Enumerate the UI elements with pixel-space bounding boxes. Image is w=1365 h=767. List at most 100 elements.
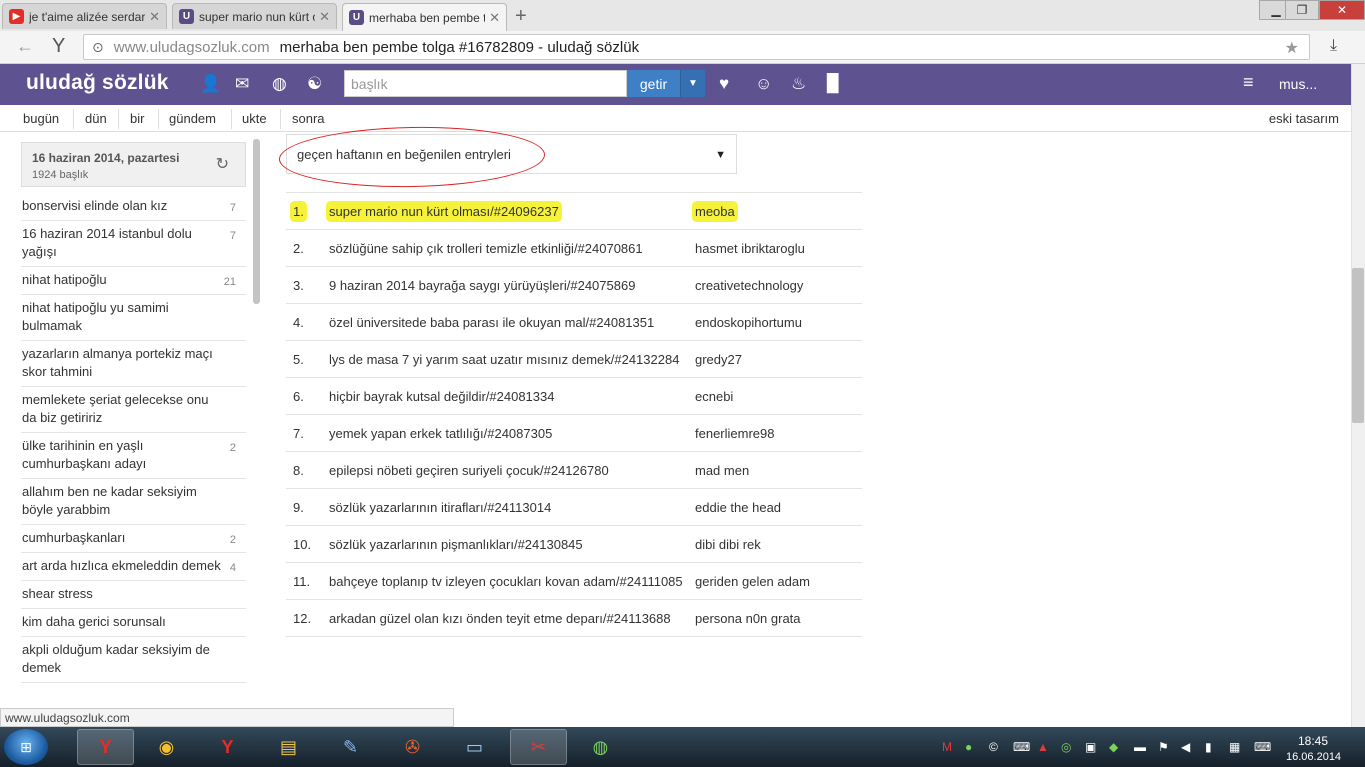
subnav-sonra[interactable]: sonra <box>292 111 325 126</box>
table-row[interactable]: 11. bahçeye toplanıp tv izleyen çocuklar… <box>286 562 862 600</box>
tab-youtube[interactable]: ▶ je t'aime alizée serdar o ✕ <box>2 3 167 29</box>
page-info-icon[interactable]: ⊙ <box>92 39 104 56</box>
entry-title[interactable]: özel üniversitede baba parası ile okuyan… <box>329 315 654 330</box>
list-item[interactable]: bonservisi elinde olan kız 7 <box>21 193 246 221</box>
entry-author[interactable]: fenerliemre98 <box>695 426 775 441</box>
table-row[interactable]: 3. 9 haziran 2014 bayrağa saygı yürüyüşl… <box>286 266 862 304</box>
paint-task-icon[interactable]: ✎ <box>322 729 379 765</box>
pdf-tray-icon[interactable]: ▲ <box>1037 740 1049 754</box>
entry-author[interactable]: hasmet ibriktaroglu <box>695 241 805 256</box>
table-row[interactable]: 7. yemek yapan erkek tatlılığı/#24087305… <box>286 414 862 452</box>
subnav-gundem[interactable]: gündem <box>169 111 216 126</box>
table-row[interactable]: 12. arkadan güzel olan kızı önden teyit … <box>286 599 862 637</box>
nvidia-tray-icon[interactable]: ◆ <box>1109 740 1118 754</box>
entry-title[interactable]: arkadan güzel olan kızı önden teyit etme… <box>329 611 671 626</box>
subnav-bir[interactable]: bir <box>130 111 144 126</box>
c-tray-icon[interactable]: © <box>989 740 998 754</box>
entry-author[interactable]: persona n0n grata <box>695 611 801 626</box>
page-scrollbar-thumb[interactable] <box>1352 268 1364 423</box>
close-icon[interactable]: ✕ <box>489 10 500 26</box>
yandex-task-icon[interactable]: Y <box>199 729 256 765</box>
back-arrow-icon[interactable]: ← <box>16 36 34 57</box>
entry-author[interactable]: creativetechnology <box>695 278 803 293</box>
display-tray-icon[interactable]: ▬ <box>1134 740 1146 754</box>
list-item[interactable]: cumhurbaşkanları 2 <box>21 525 246 553</box>
new-tab-icon[interactable]: + <box>515 5 527 28</box>
yandex-logo-icon[interactable]: Y <box>52 35 65 58</box>
close-icon[interactable]: ✕ <box>149 9 160 25</box>
entry-author[interactable]: ecnebi <box>695 389 733 404</box>
table-row[interactable]: 4. özel üniversitede baba parası ile oku… <box>286 303 862 341</box>
list-item[interactable]: allahım ben ne kadar seksiyim böyle yara… <box>21 479 246 525</box>
table-row[interactable]: 1. super mario nun kürt olması/#24096237… <box>286 192 862 230</box>
table-row[interactable]: 10. sözlük yazarlarının pişmanlıkları/#2… <box>286 525 862 563</box>
device-tray-icon[interactable]: ⌨ <box>1013 740 1030 754</box>
search-input[interactable] <box>344 70 627 97</box>
people-icon[interactable]: ☺ <box>755 74 772 94</box>
table-row[interactable]: 5. lys de masa 7 yi yarım saat uzatır mı… <box>286 340 862 378</box>
computer-task-icon[interactable]: ▭ <box>446 729 503 765</box>
entry-title[interactable]: super mario nun kürt olması/#24096237 <box>329 204 559 219</box>
list-item[interactable]: nihat hatipoğlu 21 <box>21 267 246 295</box>
filter-select[interactable]: geçen haftanın en beğenilen entryleri ▼ <box>286 134 737 174</box>
url-field[interactable]: ⊙ www.uludagsozluk.com merhaba ben pembe… <box>83 34 1310 60</box>
heart-icon[interactable]: ♥ <box>719 74 729 94</box>
list-item[interactable]: memlekete şeriat gelecekse onu da biz ge… <box>21 387 246 433</box>
entry-author[interactable]: eddie the head <box>695 500 781 515</box>
entry-title[interactable]: sözlüğüne sahip çık trolleri temizle etk… <box>329 241 643 256</box>
user-icon[interactable]: 👤 <box>200 74 221 94</box>
old-design-link[interactable]: eski tasarım <box>1269 111 1339 126</box>
list-item[interactable]: akpli olduğum kadar seksiyim de demek <box>21 637 246 683</box>
entry-author[interactable]: geriden gelen adam <box>695 574 810 589</box>
fire-icon[interactable]: ♨ <box>791 74 806 94</box>
list-item[interactable]: yazarların almanya portekiz maçı skor ta… <box>21 341 246 387</box>
close-icon[interactable]: ✕ <box>319 9 330 25</box>
entry-title[interactable]: hiçbir bayrak kutsal değildir/#24081334 <box>329 389 554 404</box>
chrome-task-icon[interactable]: ◉ <box>138 729 195 765</box>
volume-icon[interactable]: ◀ <box>1181 740 1190 754</box>
entry-title[interactable]: sözlük yazarlarının itirafları/#24113014 <box>329 500 551 515</box>
table-row[interactable]: 2. sözlüğüne sahip çık trolleri temizle … <box>286 229 862 267</box>
entry-title[interactable]: lys de masa 7 yi yarım saat uzatır mısın… <box>329 352 679 367</box>
star-icon[interactable]: ★ <box>1285 38 1299 58</box>
book-icon[interactable]: ▉ <box>827 74 840 94</box>
flag-tray-icon[interactable]: ⚑ <box>1158 740 1169 754</box>
download-icon[interactable]: ⤓ <box>1330 37 1337 55</box>
subnav-dun[interactable]: dün <box>85 111 107 126</box>
sidebar-scrollbar[interactable] <box>253 139 260 304</box>
yandex-browser-task-icon[interactable]: Y <box>77 729 134 765</box>
list-item[interactable]: 16 haziran 2014 istanbul dolu yağışı 7 <box>21 221 246 267</box>
tool-task-icon[interactable]: ✇ <box>384 729 441 765</box>
folder-task-icon[interactable]: ▤ <box>260 729 317 765</box>
windows-start-icon[interactable]: ⊞ <box>4 729 48 765</box>
messages-icon[interactable]: ✉ <box>235 74 249 94</box>
chevron-down-icon[interactable]: ▼ <box>680 70 705 97</box>
spotify-tray-icon[interactable]: ● <box>965 740 972 754</box>
entry-title[interactable]: 9 haziran 2014 bayrağa saygı yürüyüşleri… <box>329 278 635 293</box>
entry-author[interactable]: endoskopihortumu <box>695 315 802 330</box>
entry-author[interactable]: gredy27 <box>695 352 742 367</box>
entry-title[interactable]: sözlük yazarlarının pişmanlıkları/#24130… <box>329 537 583 552</box>
window-close-icon[interactable]: ✕ <box>1319 0 1365 20</box>
list-item[interactable]: ülke tarihinin en yaşlı cumhurbaşkanı ad… <box>21 433 246 479</box>
hamburger-menu-icon[interactable]: ≡ <box>1243 72 1254 93</box>
list-item[interactable]: shear stress <box>21 581 246 609</box>
spotify-task-icon[interactable]: ◍ <box>572 729 629 765</box>
notification-tray-icon[interactable]: ▦ <box>1229 740 1240 754</box>
app-tray-icon[interactable]: ◎ <box>1061 740 1071 754</box>
tab-merhaba[interactable]: U merhaba ben pembe t ✕ <box>342 3 507 31</box>
globe-icon[interactable]: ◍ <box>272 74 287 94</box>
site-logo[interactable]: uludağ sözlük <box>26 71 169 95</box>
subnav-bugun[interactable]: bugün <box>23 111 59 126</box>
entry-author[interactable]: dibi dibi rek <box>695 537 761 552</box>
table-row[interactable]: 6. hiçbir bayrak kutsal değildir/#240813… <box>286 377 862 415</box>
refresh-icon[interactable]: ↻ <box>216 154 229 174</box>
user-name[interactable]: mus... <box>1279 76 1317 92</box>
clock-time[interactable]: 18:45 <box>1298 734 1328 748</box>
mcafee-tray-icon[interactable]: M <box>942 740 952 754</box>
keyboard-tray-icon[interactable]: ⌨ <box>1254 740 1271 754</box>
entry-title[interactable]: epilepsi nöbeti geçiren suriyeli çocuk/#… <box>329 463 609 478</box>
entry-title[interactable]: bahçeye toplanıp tv izleyen çocukları ko… <box>329 574 683 589</box>
table-row[interactable]: 9. sözlük yazarlarının itirafları/#24113… <box>286 488 862 526</box>
list-item[interactable]: art arda hızlıca ekmeleddin demek 4 <box>21 553 246 581</box>
